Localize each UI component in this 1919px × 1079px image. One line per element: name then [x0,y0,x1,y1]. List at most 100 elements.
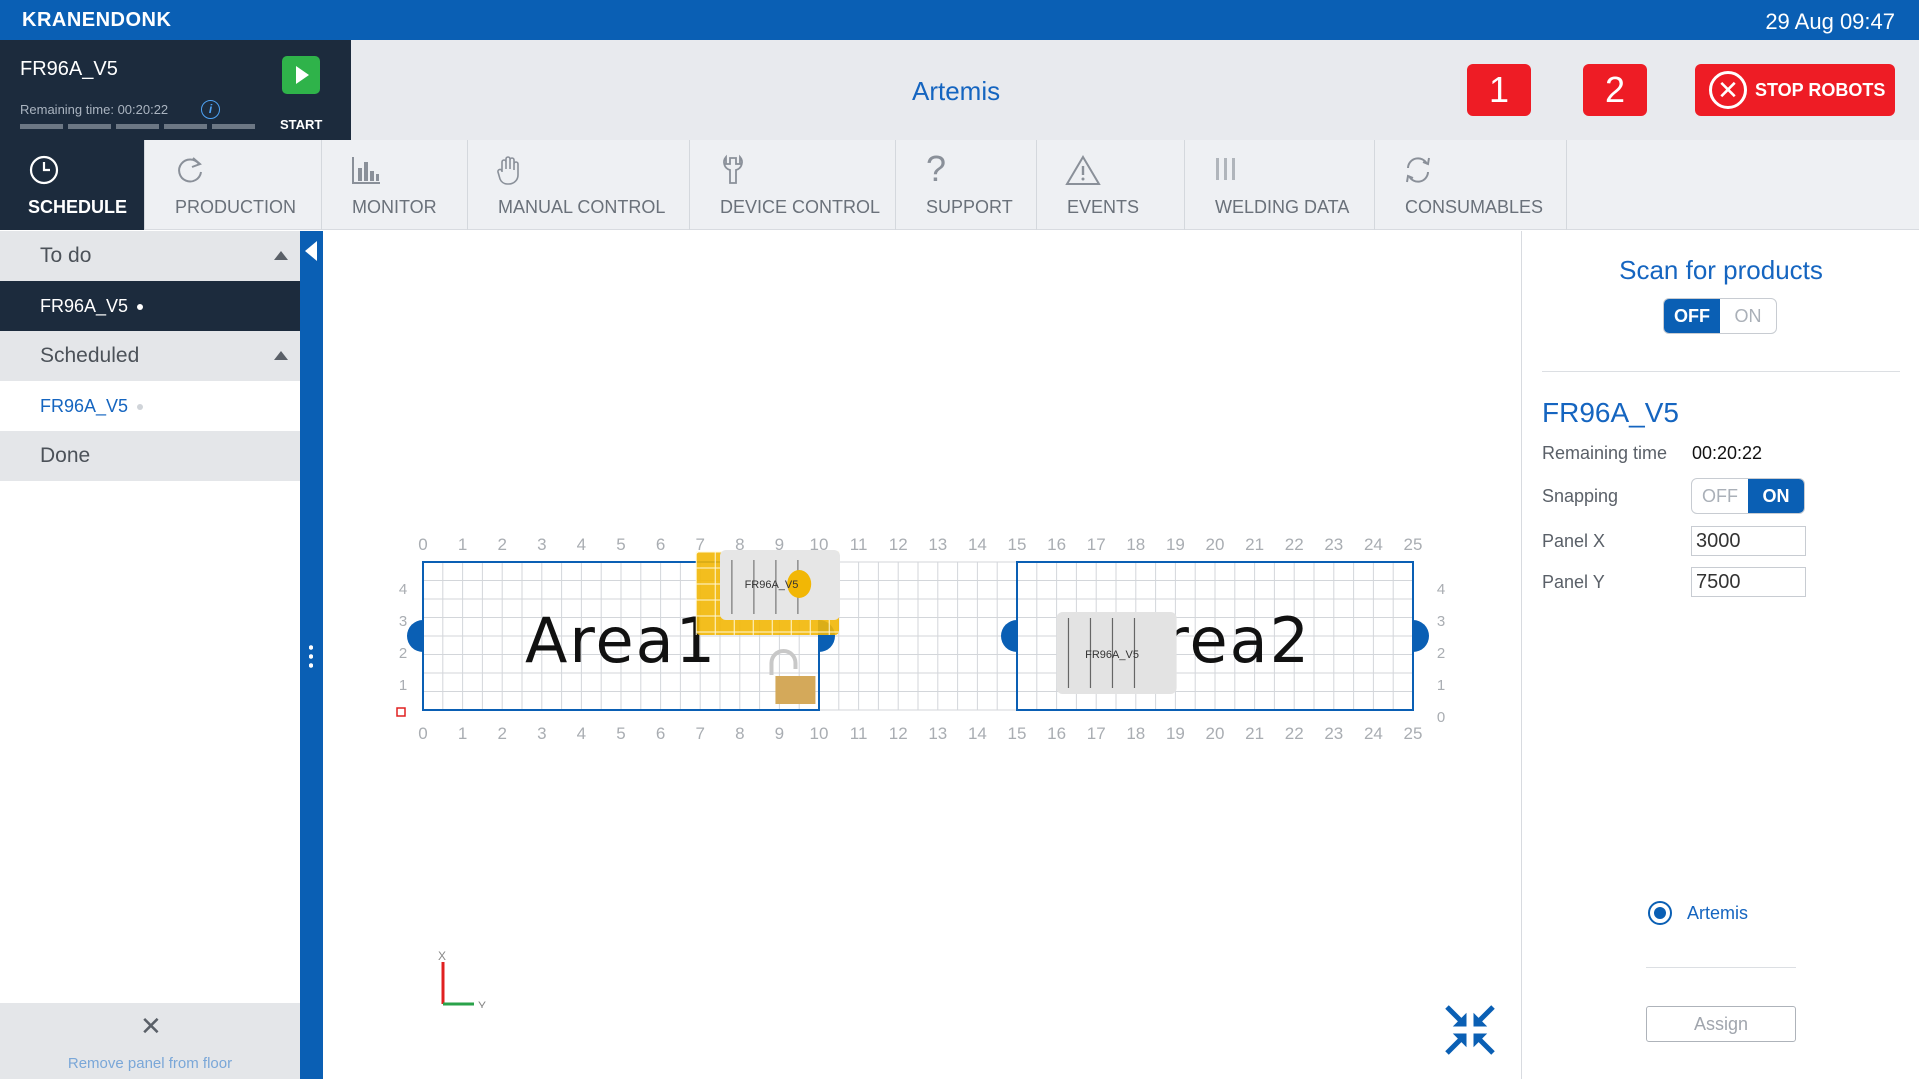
x-tick-label-top: 25 [1404,535,1423,554]
x-tick-label-top: 22 [1285,535,1304,554]
top-bar: KRANENDONK 29 Aug 09:47 [0,0,1919,40]
axis-legend: X Y [438,949,486,1008]
tab-consumables[interactable]: CONSUMABLES [1375,140,1567,230]
tab-monitor[interactable]: MONITOR [322,140,468,230]
scheduled-item[interactable]: FR96A_V5 [0,381,300,431]
y-tick-label-left: 4 [399,581,407,598]
x-tick-label-top: 12 [889,535,908,554]
drag-handle-icon[interactable] [309,643,313,671]
panel-y-input[interactable]: 7500 [1691,567,1806,597]
floor-plan[interactable]: 0011223344556677889910101111121213131414… [323,231,1521,1079]
header: Artemis 1 2 ✕ STOP ROBOTS [351,40,1919,140]
robot-2-button[interactable]: 2 [1583,64,1647,116]
x-tick-label-top: 24 [1364,535,1383,554]
area-left-handle[interactable] [1001,620,1017,652]
tab-label: MONITOR [352,197,437,217]
y-tick-label-right: 3 [1437,613,1445,630]
remaining-time-value: 00:20:22 [117,102,169,117]
tab-label: WELDING DATA [1215,197,1350,217]
tab-manual-control[interactable]: MANUAL CONTROL [468,140,690,230]
origin-marker-icon [396,707,406,717]
x-tick-label-bottom: 18 [1126,724,1145,743]
x-tick-label-top: 1 [458,535,467,554]
tab-support[interactable]: ? SUPPORT [896,140,1037,230]
refresh-icon [175,154,205,194]
stop-robots-label: STOP ROBOTS [1755,80,1886,100]
scheduled-item-label: FR96A_V5 [40,396,129,416]
panel-x-input[interactable]: 3000 [1691,526,1806,556]
robot-1-button[interactable]: 1 [1467,64,1531,116]
station-radio[interactable] [1648,901,1672,925]
wrench-icon [718,154,748,194]
tab-device-control[interactable]: DEVICE CONTROL [690,140,896,230]
collapse-arrow-icon[interactable] [305,241,317,261]
status-dot [137,404,144,411]
x-tick-label-top: 21 [1245,535,1264,554]
assign-button[interactable]: Assign [1646,1006,1796,1042]
station-title: Artemis [912,76,1001,106]
y-tick-label-right: 2 [1437,645,1445,662]
done-section-header[interactable]: Done [0,431,300,481]
tab-events[interactable]: EVENTS [1037,140,1185,230]
x-tick-label-bottom: 7 [695,724,704,743]
area-left-handle[interactable] [407,620,423,652]
y-tick-label-right: 0 [1437,709,1445,726]
tab-label: CONSUMABLES [1405,197,1544,217]
job-progress-bar [20,124,255,129]
job-name: FR96A_V5 [20,58,118,80]
tab-schedule[interactable]: SCHEDULE [0,140,145,230]
area-right-handle[interactable] [1413,620,1429,652]
info-icon[interactable]: i [201,100,220,119]
y-tick-label-left: 2 [399,645,407,662]
todo-item[interactable]: FR96A_V5 [0,281,300,331]
panel-y-label: Panel Y [1542,572,1605,592]
sidebar-splitter[interactable] [300,231,323,1079]
toggle-off-option[interactable]: OFF [1664,299,1720,333]
fit-view-icon[interactable] [1444,1004,1496,1056]
todo-item-label: FR96A_V5 [40,296,129,316]
tab-label: SCHEDULE [28,197,128,217]
x-tick-label-bottom: 3 [537,724,546,743]
toggle-on-option[interactable]: ON [1748,479,1804,513]
x-tick-label-top: 18 [1126,535,1145,554]
warning-icon [1065,154,1101,194]
stop-icon: ✕ [1709,71,1747,109]
cycle-icon [1403,154,1433,194]
x-tick-label-bottom: 9 [775,724,784,743]
start-button[interactable] [282,56,320,94]
y-tick-label-right: 1 [1437,677,1445,694]
panel-label: FR96A_V5 [745,579,799,591]
padlock-icon[interactable] [775,676,816,704]
todo-section-header[interactable]: To do [0,231,300,281]
stop-robots-button[interactable]: ✕ STOP ROBOTS [1695,64,1895,116]
x-tick-label-bottom: 23 [1324,724,1343,743]
x-tick-label-bottom: 0 [418,724,427,743]
y-tick-label-right: 4 [1437,581,1445,598]
x-tick-label-top: 15 [1008,535,1027,554]
remove-panel-button[interactable]: ✕ Remove panel from floor [0,1003,300,1079]
toggle-off-option[interactable]: OFF [1692,479,1748,513]
tab-label: EVENTS [1067,197,1140,217]
tab-label: SUPPORT [926,197,1013,217]
x-tick-label-bottom: 12 [889,724,908,743]
scan-toggle[interactable]: OFF ON [1663,298,1777,334]
collapse-caret-icon[interactable] [274,251,288,260]
floor-canvas[interactable]: 0 0 1 1 2 2 3 3 4 4 5 5 6 6 7 7 8 8 9 9 10 10 11 11 12 12 13 13 14 14… [323,231,1521,1079]
remaining-time-label: Remaining time [1542,443,1668,463]
tab-label: MANUAL CONTROL [498,197,666,217]
x-tick-label-bottom: 16 [1047,724,1066,743]
scheduled-section-header[interactable]: Scheduled [0,331,300,381]
collapse-caret-icon[interactable] [274,351,288,360]
x-tick-label-top: 4 [577,535,586,554]
x-tick-label-bottom: 11 [850,724,868,743]
snapping-toggle[interactable]: OFF ON [1691,478,1805,514]
axis-y-label: Y [478,999,486,1008]
x-tick-label-top: 5 [616,535,625,554]
x-tick-label-bottom: 21 [1245,724,1264,743]
toggle-on-option[interactable]: ON [1720,299,1776,333]
tab-production[interactable]: PRODUCTION [145,140,322,230]
bar-chart-icon [350,154,382,194]
x-tick-label-top: 11 [850,535,868,554]
tab-welding-data[interactable]: WELDING DATA [1185,140,1375,230]
remaining-time-value: 00:20:22 [1692,443,1763,463]
